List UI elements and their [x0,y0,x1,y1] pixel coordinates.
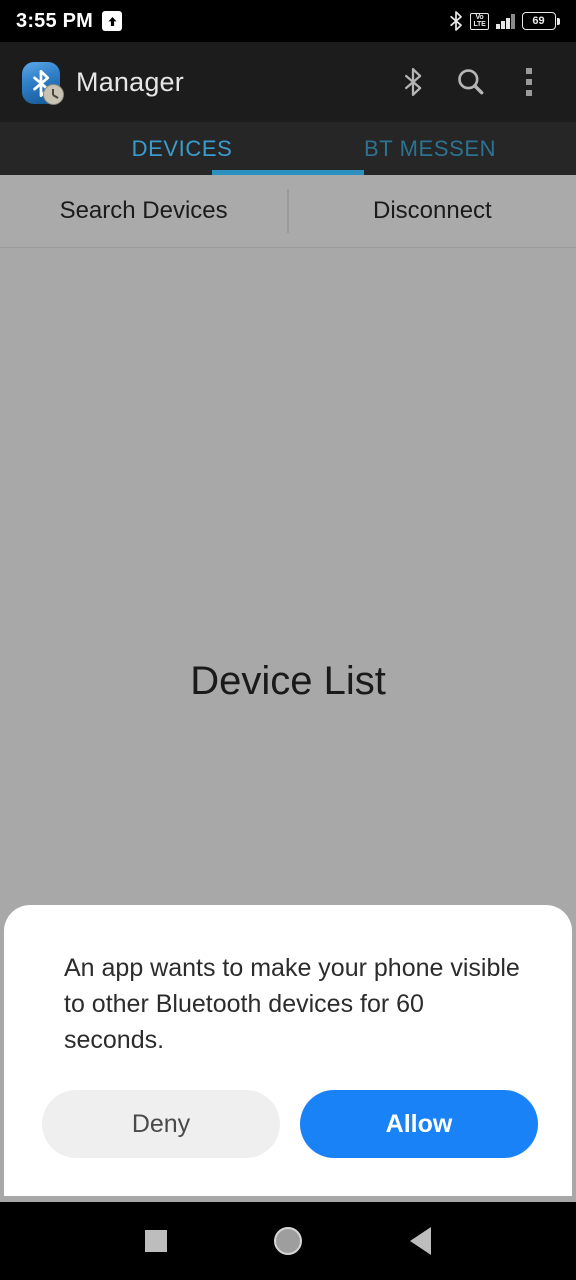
dialog-actions: Deny Allow [42,1090,538,1158]
battery-level-text: 69 [532,15,545,27]
volte-icon: Vo LTE [470,12,489,30]
tab-devices-label: DEVICES [131,135,233,161]
tab-bar: DEVICES BT MESSEN [0,122,576,175]
status-bar: 3:55 PM Vo LTE 69 [0,0,576,42]
deny-button[interactable]: Deny [42,1090,280,1158]
signal-bars-icon [496,13,515,29]
bluetooth-clock-app-icon [18,60,64,105]
action-bar: Search Devices Disconnect [0,175,576,248]
triangle-back-icon[interactable] [390,1211,450,1271]
volte-line-2: LTE [473,21,486,28]
status-bar-clock: 3:55 PM [16,9,93,32]
tab-bt-messenger[interactable]: BT MESSEN [364,122,576,175]
allow-button[interactable]: Allow [300,1090,538,1158]
search-icon[interactable] [442,53,500,111]
phone-screen: 3:55 PM Vo LTE 69 Manager DEVICES BT MES… [0,0,576,1280]
dialog-message: An app wants to make your phone visible … [64,954,520,1054]
search-devices-button[interactable]: Search Devices [0,175,287,248]
upload-arrow-icon [102,11,122,31]
bluetooth-icon[interactable] [384,53,442,111]
bluetooth-icon [449,11,463,31]
disconnect-button[interactable]: Disconnect [289,175,576,248]
bluetooth-permission-dialog: An app wants to make your phone visible … [4,905,572,1196]
square-recents-icon[interactable] [126,1211,186,1271]
more-vertical-icon[interactable] [500,53,558,111]
clock-badge-icon [43,84,64,105]
status-bar-left: 3:55 PM [16,10,122,33]
system-nav-bar [0,1202,576,1280]
tab-bt-messenger-label: BT MESSEN [364,135,497,161]
device-list-title: Device List [190,659,386,703]
app-bar: Manager [0,42,576,122]
circle-home-icon[interactable] [258,1211,318,1271]
status-bar-right: Vo LTE 69 [449,11,560,31]
battery-icon: 69 [521,12,560,30]
page-title: Manager [76,66,184,97]
app-bar-actions [384,53,558,111]
volte-line-1: Vo [475,14,484,21]
tab-devices[interactable]: DEVICES [0,122,364,175]
